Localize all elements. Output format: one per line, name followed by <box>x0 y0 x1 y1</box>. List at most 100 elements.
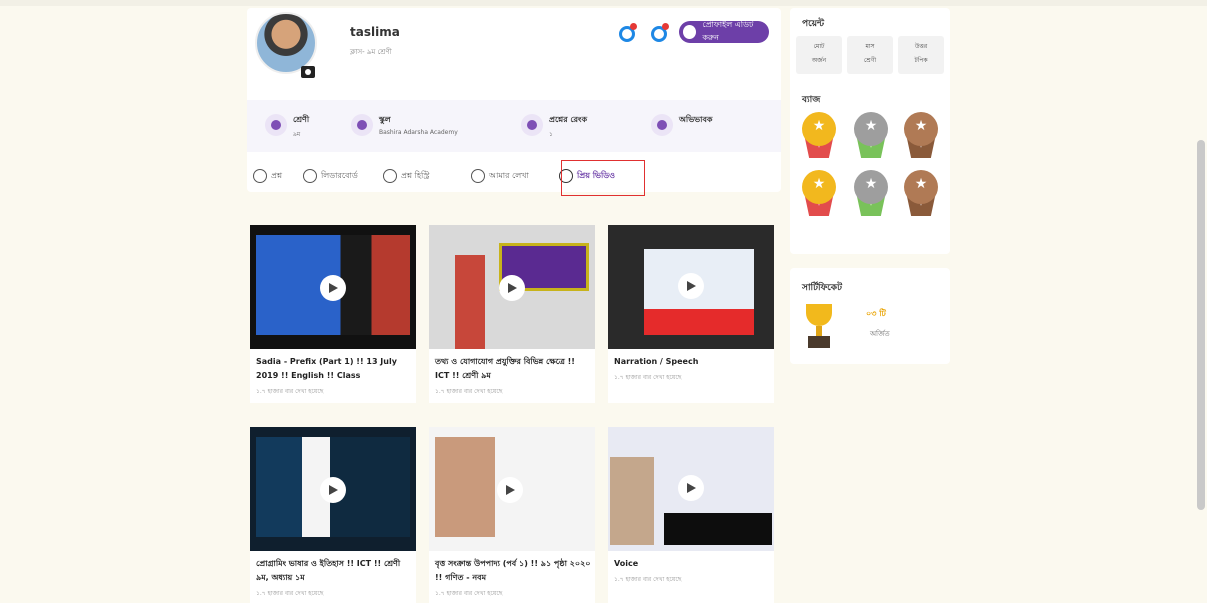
info-rank: প্রশ্নের রেংক ১ <box>521 114 587 140</box>
play-icon[interactable] <box>499 275 525 301</box>
school-icon <box>351 114 373 136</box>
rank-icon <box>521 114 543 136</box>
info-value: ১ <box>549 131 553 138</box>
play-icon[interactable] <box>678 273 704 299</box>
tab-label: প্রশ্ন <box>271 170 283 180</box>
stats-title: পয়েন্ট <box>802 19 825 29</box>
user-class: ক্লাস- ৯ম শ্রেণী <box>350 48 392 56</box>
stat-bottom: শ্রেণী <box>863 57 877 64</box>
video-title[interactable]: Voice <box>608 551 774 571</box>
bronze-medal-icon <box>904 112 938 158</box>
tab-questions[interactable]: প্রশ্ন <box>253 169 282 183</box>
stat-answer: উত্তর টপিক <box>898 36 944 74</box>
video-card[interactable]: তথ্য ও যোগাযোগ প্রযুক্তির বিভিন্ন ক্ষেত্… <box>429 225 595 403</box>
info-title: অভিভাবক <box>679 115 713 124</box>
info-title: প্রশ্নের রেংক <box>549 115 588 124</box>
gold-medal-icon <box>802 170 836 216</box>
play-icon[interactable] <box>320 477 346 503</box>
user-name: taslima <box>350 25 400 39</box>
silver-medal-icon <box>854 170 888 216</box>
history-icon <box>383 169 397 183</box>
play-icon[interactable] <box>320 275 346 301</box>
info-title: শ্রেণী <box>293 115 310 124</box>
class-icon <box>265 114 287 136</box>
bronze-medal-icon <box>904 170 938 216</box>
info-strip: শ্রেণী ৯ম স্কুল Bashira Adarsha Academy প্… <box>247 100 781 152</box>
tab-my-writing[interactable]: আমার লেখা <box>471 169 529 183</box>
user-icon <box>683 25 697 39</box>
trophy-icon <box>804 304 834 350</box>
play-icon[interactable] <box>497 477 523 503</box>
info-value: ৯ম <box>293 131 301 138</box>
tab-label: আমার লেখা <box>489 170 529 180</box>
tab-history[interactable]: প্রশ্ন হিস্ট্রি <box>383 169 429 183</box>
video-thumbnail[interactable] <box>429 427 595 551</box>
badges-title: ব্যাজ <box>802 95 821 105</box>
certificate-title: সার্টিফিকেট <box>802 283 843 293</box>
video-thumbnail[interactable] <box>250 427 416 551</box>
gold-medal-icon <box>802 112 836 158</box>
video-title[interactable]: তথ্য ও যোগাযোগ প্রযুক্তির বিভিন্ন ক্ষেত্… <box>429 349 595 383</box>
stats-card: পয়েন্ট মোট অর্জন মাস শ্রেণী উত্তর টপিক ব্য… <box>790 8 950 254</box>
video-thumbnail[interactable] <box>608 225 774 349</box>
stat-bottom: টপিক <box>914 57 928 64</box>
profile-page: taslima ক্লাস- ৯ম শ্রেণী প্রোফাইল এডিট ক… <box>0 0 1207 603</box>
stat-bottom: অর্জন <box>811 57 827 64</box>
profile-card: taslima ক্লাস- ৯ম শ্রেণী প্রোফাইল এডিট ক… <box>247 8 781 196</box>
message-dot <box>662 23 669 30</box>
video-title[interactable]: Narration / Speech <box>608 349 774 369</box>
video-title[interactable]: Sadia - Prefix (Part 1) !! 13 July 2019 … <box>250 349 416 383</box>
info-guardian: অভিভাবক <box>651 114 713 136</box>
video-views: ১.৭ হাজার বার দেখা হয়েছে <box>256 590 324 597</box>
video-thumbnail[interactable] <box>429 225 595 349</box>
tab-leaderboard[interactable]: লিডারবোর্ড <box>303 169 358 183</box>
stat-top: উত্তর <box>914 43 928 50</box>
stat-total: মোট অর্জন <box>796 36 842 74</box>
video-views: ১.৭ হাজার বার দেখা হয়েছে <box>435 590 503 597</box>
video-title[interactable]: প্রোগ্রামিং ভাষার ও ইতিহাস !! ICT !! শ্র… <box>250 551 416 585</box>
notification-icon[interactable] <box>619 23 637 42</box>
avatar[interactable] <box>255 12 317 74</box>
video-views: ১.৭ হাজার বার দেখা হয়েছে <box>435 388 503 395</box>
video-card[interactable]: Sadia - Prefix (Part 1) !! 13 July 2019 … <box>250 225 416 403</box>
tab-label: প্রশ্ন হিস্ট্রি <box>401 170 430 180</box>
info-value: Bashira Adarsha Academy <box>379 129 458 136</box>
profile-tabs: প্রশ্ন লিডারবোর্ড প্রশ্ন হিস্ট্রি আমার ল… <box>247 160 781 196</box>
presenter-image <box>435 437 495 537</box>
message-icon[interactable] <box>651 23 669 42</box>
notification-dot <box>630 23 637 30</box>
video-title[interactable]: বৃত্ত সংক্রান্ত উপপাদ্য (পর্ব ১) !! ৯১ প… <box>429 551 595 585</box>
video-views: ১.৭ হাজার বার দেখা হয়েছে <box>256 388 324 395</box>
edit-profile-label: প্রোফাইল এডিট করুন <box>702 20 754 42</box>
scrollbar[interactable] <box>1197 140 1205 510</box>
presenter-image <box>455 255 485 349</box>
camera-icon[interactable] <box>301 66 315 78</box>
tab-label: লিডারবোর্ড <box>321 170 358 180</box>
certificate-count: ০৩ টি <box>866 309 886 318</box>
video-views: ১.৭ হাজার বার দেখা হয়েছে <box>614 576 682 583</box>
info-class: শ্রেণী ৯ম <box>265 114 309 140</box>
timer-icon <box>471 169 485 183</box>
video-card[interactable]: Voice ১.৭ হাজার বার দেখা হয়েছে <box>608 427 774 603</box>
video-thumbnail[interactable] <box>250 225 416 349</box>
top-strip <box>0 0 1207 6</box>
video-thumbnail[interactable] <box>608 427 774 551</box>
video-card[interactable]: প্রোগ্রামিং ভাষার ও ইতিহাস !! ICT !! শ্র… <box>250 427 416 603</box>
leaderboard-icon <box>303 169 317 183</box>
video-views: ১.৭ হাজার বার দেখা হয়েছে <box>614 374 682 381</box>
video-card[interactable]: Narration / Speech ১.৭ হাজার বার দেখা হয… <box>608 225 774 403</box>
info-title: স্কুল <box>379 115 391 124</box>
video-card[interactable]: বৃত্ত সংক্রান্ত উপপাদ্য (পর্ব ১) !! ৯১ প… <box>429 427 595 603</box>
stat-month: মাস শ্রেণী <box>847 36 893 74</box>
stat-top: মাস <box>865 43 875 50</box>
caption-bar <box>664 513 772 545</box>
presenter-image <box>610 457 654 545</box>
silver-medal-icon <box>854 112 888 158</box>
info-school: স্কুল Bashira Adarsha Academy <box>351 114 458 136</box>
play-icon[interactable] <box>678 475 704 501</box>
active-tab-highlight <box>561 160 645 196</box>
certificate-card: সার্টিফিকেট ০৩ টি অর্জিত <box>790 268 950 364</box>
edit-profile-button[interactable]: প্রোফাইল এডিট করুন <box>679 20 769 43</box>
certificate-sub: অর্জিত <box>870 330 890 338</box>
guardian-icon <box>651 114 673 136</box>
